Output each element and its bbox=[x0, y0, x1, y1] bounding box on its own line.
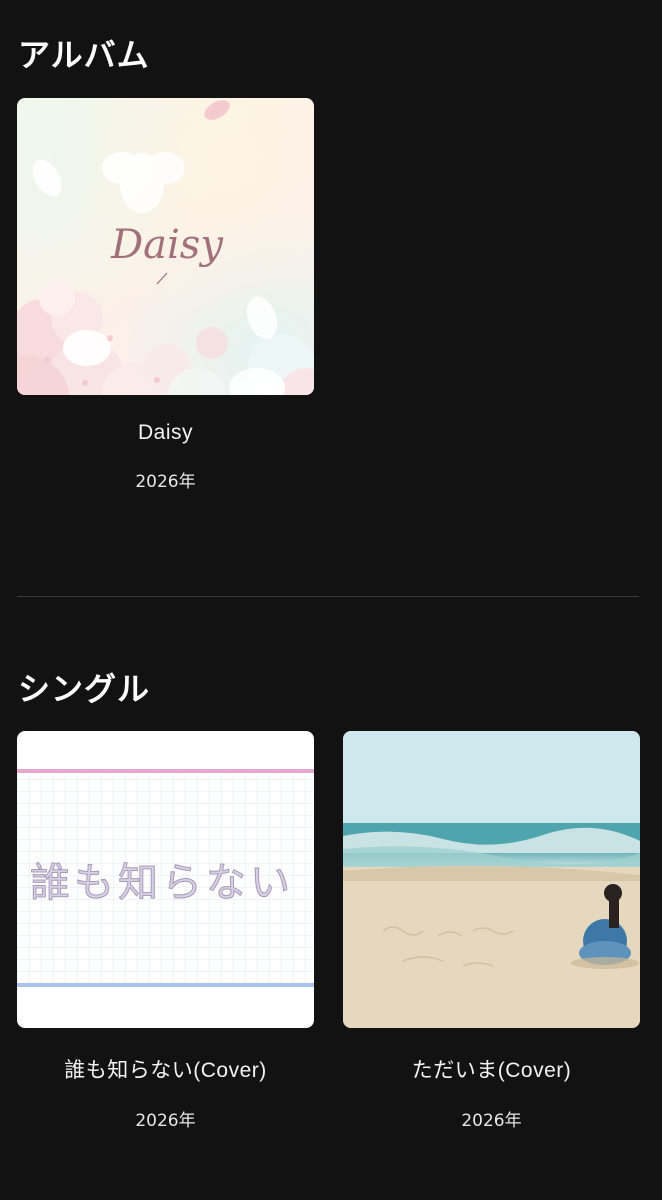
daremo-cover-art: 誰も知らない bbox=[17, 769, 314, 987]
album-year-daisy: 2026年 bbox=[135, 472, 196, 492]
album-cover-daisy[interactable]: Daisy bbox=[17, 98, 314, 395]
single-year-tadaima: 2026年 bbox=[461, 1111, 522, 1131]
single-cover-daremo[interactable]: 誰も知らない bbox=[17, 731, 314, 1028]
single-cover-tadaima[interactable] bbox=[343, 731, 640, 1028]
section-divider bbox=[17, 596, 639, 597]
tadaima-cover-art bbox=[343, 731, 640, 1028]
album-section-title: アルバム bbox=[18, 36, 150, 74]
single-title-tadaima[interactable]: ただいま(Cover) bbox=[343, 1054, 640, 1084]
single-year-daremo: 2026年 bbox=[135, 1111, 196, 1131]
single-card-daremo[interactable]: 誰も知らない 誰も知らない(Cover) 2026年 bbox=[17, 731, 314, 1131]
single-card-tadaima[interactable]: ただいま(Cover) 2026年 bbox=[343, 731, 640, 1131]
album-title-daisy[interactable]: Daisy bbox=[17, 421, 314, 445]
daisy-cover-art: Daisy bbox=[17, 100, 314, 395]
daisy-cover-text: Daisy bbox=[110, 222, 224, 268]
album-card-daisy[interactable]: Daisy Daisy 2026年 bbox=[17, 98, 314, 492]
discography-page: アルバム Daisy Daisy 2026年 シングル 誰も知らない 誰も知らな… bbox=[0, 0, 662, 1200]
daremo-cover-text: 誰も知らない bbox=[30, 860, 294, 906]
single-title-daremo[interactable]: 誰も知らない(Cover) bbox=[17, 1054, 314, 1084]
single-section-title: シングル bbox=[18, 670, 151, 708]
